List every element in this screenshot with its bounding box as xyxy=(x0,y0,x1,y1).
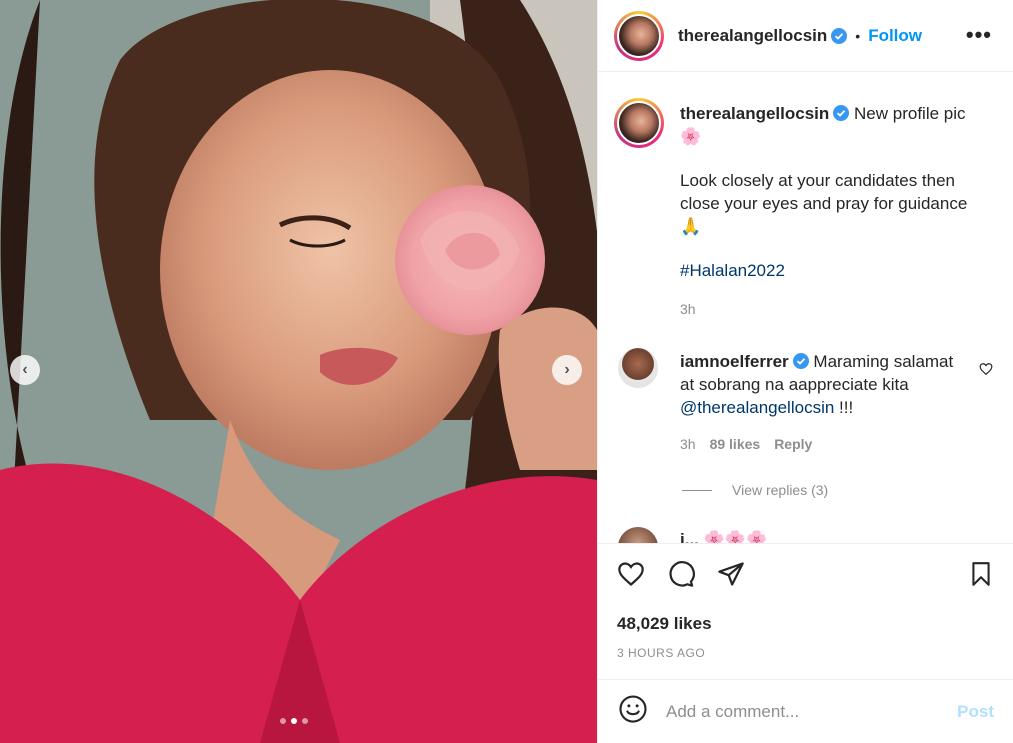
save-bookmark-icon[interactable] xyxy=(968,560,994,593)
like-heart-icon[interactable] xyxy=(616,560,646,593)
comment-timestamp[interactable]: 3h xyxy=(680,436,696,452)
caption-text-line1: New profile pic xyxy=(854,104,966,123)
post-header: therealangellocsin • Follow ••• xyxy=(598,0,1013,72)
header-separator: • xyxy=(855,27,861,44)
previous-photo-button[interactable]: ‹ xyxy=(10,355,40,385)
comment-bubble-icon[interactable] xyxy=(666,560,696,593)
post-timestamp[interactable]: 3 HOURS AGO xyxy=(617,646,705,660)
commenter-avatar[interactable] xyxy=(618,527,658,543)
caption-emoji-flower: 🌸 xyxy=(680,127,702,146)
next-photo-button[interactable]: › xyxy=(552,355,582,385)
comment-input[interactable] xyxy=(666,701,936,722)
verified-badge-icon xyxy=(792,353,809,369)
carousel-dot-active xyxy=(291,718,297,724)
author-username[interactable]: therealangellocsin xyxy=(678,26,827,46)
verified-badge-icon xyxy=(831,27,848,44)
post-likes-count[interactable]: 48,029 likes xyxy=(617,614,712,634)
partial-commenter-username[interactable]: i... xyxy=(680,530,699,543)
caption-hashtag[interactable]: #Halalan2022 xyxy=(680,259,990,282)
emoji-smiley-icon[interactable] xyxy=(618,694,648,729)
reply-button[interactable]: Reply xyxy=(774,436,812,452)
follow-button[interactable]: Follow xyxy=(868,26,922,46)
caption-author-avatar[interactable] xyxy=(614,98,664,148)
caption-emoji-pray: 🙏 xyxy=(680,217,702,236)
post-comment-button[interactable]: Post xyxy=(957,702,994,722)
author-avatar[interactable] xyxy=(614,10,664,61)
post-photo[interactable]: ‹ › xyxy=(0,0,597,743)
carousel-dot xyxy=(280,718,286,724)
like-comment-heart-icon[interactable] xyxy=(979,362,993,376)
photo-illustration xyxy=(0,0,597,743)
commenter-avatar[interactable] xyxy=(618,348,658,388)
partial-comment-item: i... 🌸🌸🌸 xyxy=(614,527,1004,543)
add-comment-bar: Post xyxy=(598,679,1013,743)
carousel-dot xyxy=(302,718,308,724)
more-options-icon[interactable]: ••• xyxy=(966,22,992,48)
commenter-username[interactable]: iamnoelferrer xyxy=(680,352,789,371)
carousel-indicator xyxy=(280,718,308,724)
replies-rule xyxy=(682,489,712,491)
post-side-panel: therealangellocsin • Follow ••• thereala… xyxy=(597,0,1013,743)
partial-comment-emoji: 🌸🌸🌸 xyxy=(703,530,768,543)
post-actions: 48,029 likes 3 HOURS AGO xyxy=(598,543,1013,679)
comments-list[interactable]: therealangellocsin New profile pic 🌸 Loo… xyxy=(598,73,1013,543)
view-replies-button[interactable]: View replies (3) xyxy=(682,482,828,498)
caption-timestamp[interactable]: 3h xyxy=(680,298,990,321)
comment-mention[interactable]: @therealangellocsin xyxy=(680,398,834,417)
view-replies-label: View replies (3) xyxy=(732,482,829,498)
instagram-post: ‹ › therealangellocsin • Follow ••• ther… xyxy=(0,0,1013,743)
comment-likes-count[interactable]: 89 likes xyxy=(710,436,761,452)
caption-author-username[interactable]: therealangellocsin xyxy=(680,104,829,123)
verified-badge-icon xyxy=(833,105,850,121)
share-paper-plane-icon[interactable] xyxy=(716,560,746,593)
caption-text-line2: Look closely at your candidates then clo… xyxy=(680,171,968,213)
comment-text-end: !!! xyxy=(839,398,854,417)
